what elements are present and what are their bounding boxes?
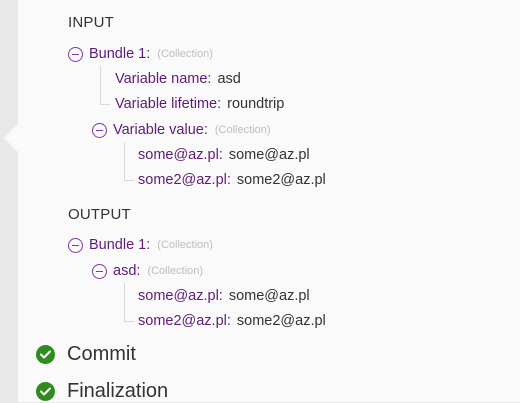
value-item-value: some2@az.pl xyxy=(236,172,326,188)
output-bundle-type-hint: (Collection) xyxy=(157,239,213,251)
collapse-icon[interactable] xyxy=(92,263,107,279)
input-bundle-row: Bundle 1: (Collection) xyxy=(68,44,213,64)
step-finalization[interactable]: Finalization xyxy=(36,380,168,403)
variable-value-key: Variable value: xyxy=(113,122,208,138)
input-variable-name-row: Variable name: asd xyxy=(115,69,241,89)
variable-lifetime-value: roundtrip xyxy=(227,96,285,112)
asd-item-value: some@az.pl xyxy=(228,288,310,304)
output-item-row: some@az.pl: some@az.pl xyxy=(138,286,310,306)
tree-line xyxy=(124,142,125,180)
asd-item-key: some@az.pl: xyxy=(138,288,223,304)
variable-lifetime-key: Variable lifetime: xyxy=(115,96,222,112)
value-item-key: some@az.pl: xyxy=(138,147,223,163)
check-circle-icon xyxy=(36,382,55,401)
input-value-item-row: some2@az.pl: some2@az.pl xyxy=(138,170,326,190)
tree-line xyxy=(100,66,101,104)
step-label: Commit xyxy=(67,343,136,365)
asd-key: asd: xyxy=(113,263,141,279)
check-circle-icon xyxy=(36,345,55,364)
tree-line xyxy=(100,104,110,105)
asd-type-hint: (Collection) xyxy=(147,265,204,277)
collapse-icon[interactable] xyxy=(68,237,83,253)
input-variable-value-row: Variable value: (Collection) xyxy=(92,120,271,140)
value-item-value: some@az.pl xyxy=(228,147,310,163)
output-asd-row: asd: (Collection) xyxy=(92,261,203,281)
variable-name-key: Variable name: xyxy=(115,71,212,87)
output-bundle-label: Bundle 1: xyxy=(89,237,151,253)
input-section-title: INPUT xyxy=(68,14,114,31)
collapse-icon[interactable] xyxy=(68,46,83,62)
tree-line xyxy=(124,321,134,322)
step-label: Finalization xyxy=(67,380,169,402)
asd-item-value: some2@az.pl xyxy=(236,313,326,329)
asd-item-key: some2@az.pl: xyxy=(138,313,231,329)
value-item-key: some2@az.pl: xyxy=(138,172,231,188)
input-bundle-type-hint: (Collection) xyxy=(157,48,213,60)
variable-value-type-hint: (Collection) xyxy=(214,124,271,136)
output-section-title: OUTPUT xyxy=(68,206,131,223)
collapse-icon[interactable] xyxy=(92,122,107,138)
input-variable-lifetime-row: Variable lifetime: roundtrip xyxy=(115,94,284,114)
output-item-row: some2@az.pl: some2@az.pl xyxy=(138,311,326,331)
step-commit[interactable]: Commit xyxy=(36,343,136,366)
variable-name-value: asd xyxy=(217,71,241,87)
output-bundle-row: Bundle 1: (Collection) xyxy=(68,235,213,255)
input-value-item-row: some@az.pl: some@az.pl xyxy=(138,145,310,165)
tree-line xyxy=(124,283,125,321)
tree-line xyxy=(124,180,134,181)
input-bundle-label: Bundle 1: xyxy=(89,46,151,62)
